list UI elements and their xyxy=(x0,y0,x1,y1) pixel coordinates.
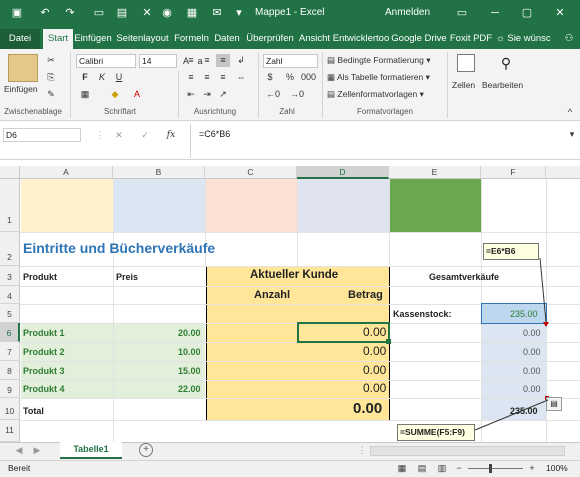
formula-callout-f10: =SUMME(F5:F9) xyxy=(397,424,475,441)
callout-line xyxy=(474,399,549,431)
callout-lines xyxy=(474,257,549,431)
page-break-icon[interactable]: ▥ xyxy=(435,462,449,475)
callout-marker xyxy=(543,322,549,327)
zoom-slider[interactable] xyxy=(468,468,523,469)
formula-callout-f6: =E6*B6 xyxy=(483,243,539,260)
status-ready: Bereit xyxy=(8,463,31,473)
scroll-right-icon[interactable]: ▶ xyxy=(30,444,44,457)
more-sheets-icon[interactable]: ⋮ xyxy=(355,444,369,457)
zoom-in-icon[interactable]: + xyxy=(525,462,539,475)
sheet-tab-tabelle1[interactable]: Tabelle1 xyxy=(60,442,122,459)
scroll-left-icon[interactable]: ◀ xyxy=(12,444,26,457)
add-sheet-icon[interactable]: + xyxy=(139,443,153,457)
page-layout-icon[interactable]: ▤ xyxy=(415,462,429,475)
zoom-level[interactable]: 100% xyxy=(546,463,568,473)
normal-view-icon[interactable]: ▦ xyxy=(395,462,409,475)
callout-line xyxy=(539,257,547,323)
zoom-out-icon[interactable]: − xyxy=(452,462,466,475)
zoom-slider-thumb[interactable] xyxy=(489,464,492,473)
horizontal-scrollbar[interactable] xyxy=(370,446,565,456)
